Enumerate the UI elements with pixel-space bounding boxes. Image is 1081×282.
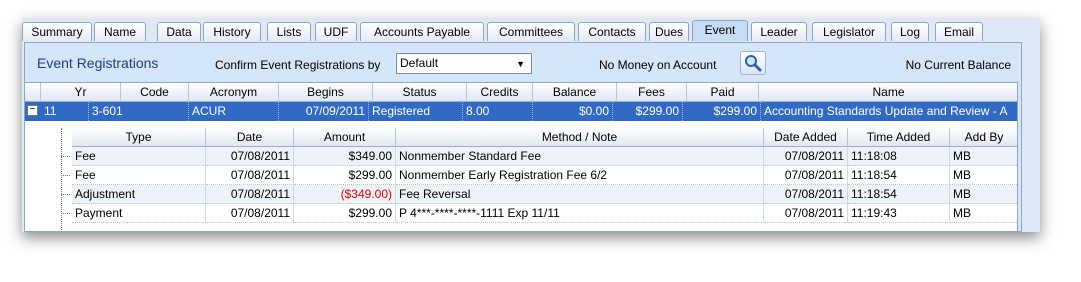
cell-acronym: ACUR: [189, 102, 279, 121]
confirm-label: Confirm Event Registrations by: [215, 58, 381, 72]
tree-tick: [61, 175, 70, 176]
cell-status: Registered: [369, 102, 463, 121]
collapse-icon[interactable]: −: [27, 105, 38, 116]
cell-date-added: 07/08/2011: [764, 166, 848, 185]
cell-date: 07/08/2011: [206, 185, 294, 204]
chevron-down-icon: ▼: [516, 59, 525, 69]
header-fees[interactable]: Fees: [617, 83, 687, 102]
cell-yr: 11: [41, 102, 89, 121]
header-paid[interactable]: Paid: [687, 83, 759, 102]
cell-date-added: 07/08/2011: [764, 204, 848, 223]
header-method-note[interactable]: Method / Note: [396, 128, 764, 147]
confirm-select[interactable]: Default ▼: [396, 53, 532, 74]
tree-connector: [61, 128, 63, 231]
tab-event[interactable]: Event: [692, 20, 748, 41]
transaction-row[interactable]: Adjustment 07/08/2011 ($349.00) Fee Reve…: [72, 185, 1017, 204]
search-button[interactable]: [740, 51, 766, 75]
panel-title: Event Registrations: [37, 55, 159, 71]
header-amount[interactable]: Amount: [294, 128, 396, 147]
cell-time-added: 11:19:43: [848, 204, 950, 223]
header-status[interactable]: Status: [373, 83, 467, 102]
cell-amount: $349.00: [294, 147, 396, 166]
tab-history[interactable]: History: [203, 22, 261, 41]
cell-type: Fee: [72, 147, 206, 166]
header-date[interactable]: Date: [206, 128, 294, 147]
tree-tick: [61, 156, 70, 157]
header-type[interactable]: Type: [72, 128, 206, 147]
tab-data[interactable]: Data: [157, 22, 201, 41]
cell-date-added: 07/08/2011: [764, 185, 848, 204]
cell-begins: 07/09/2011: [279, 102, 369, 121]
confirm-select-value: Default: [400, 56, 439, 70]
cell-date: 07/08/2011: [206, 166, 294, 185]
tab-committees[interactable]: Committees: [487, 22, 575, 41]
cell-name: Accounting Standards Update and Review -…: [764, 104, 1008, 118]
cell-time-added: 11:18:54: [848, 185, 950, 204]
cell-time-added: 11:18:08: [848, 147, 950, 166]
header-add-by[interactable]: Add By: [950, 128, 1017, 147]
cell-type: Fee: [72, 166, 206, 185]
cell-method-note: P 4***-****-****-1111 Exp 11/11: [396, 204, 764, 223]
registrations-grid: Yr Code Acronym Begins Status Credits Ba…: [24, 82, 1018, 232]
cell-date-added: 07/08/2011: [764, 147, 848, 166]
tab-accounts-payable[interactable]: Accounts Payable: [360, 22, 484, 41]
grid-header: Yr Code Acronym Begins Status Credits Ba…: [25, 83, 1017, 102]
tab-udf[interactable]: UDF: [315, 22, 357, 41]
cell-method-note: Fee Reversal: [396, 185, 764, 204]
tab-email[interactable]: Email: [935, 22, 983, 41]
tab-legislator[interactable]: Legislator: [812, 22, 886, 41]
no-money-label: No Money on Account: [599, 58, 717, 72]
cell-add-by: MB: [950, 166, 1017, 185]
tree-tick: [61, 213, 70, 214]
tab-strip: Summary Name Data History Lists UDF Acco…: [22, 20, 1022, 42]
tab-leader[interactable]: Leader: [751, 22, 807, 41]
header-balance[interactable]: Balance: [533, 83, 617, 102]
cell-code: 3-601: [89, 102, 189, 121]
tab-log[interactable]: Log: [891, 22, 929, 41]
tab-contacts[interactable]: Contacts: [578, 22, 646, 41]
cell-paid: $299.00: [683, 102, 761, 121]
header-spacer: [25, 83, 41, 102]
cell-method-note: Nonmember Early Registration Fee 6/2: [396, 166, 764, 185]
header-time-added[interactable]: Time Added: [848, 128, 950, 147]
cell-time-added: 11:18:54: [848, 166, 950, 185]
magnifier-icon: [745, 55, 762, 72]
tab-summary[interactable]: Summary: [22, 22, 92, 41]
transaction-row[interactable]: Payment 07/08/2011 $299.00 P 4***-****-*…: [72, 204, 1017, 223]
cell-date: 07/08/2011: [206, 147, 294, 166]
transaction-row[interactable]: Fee 07/08/2011 $299.00 Nonmember Early R…: [72, 166, 1017, 185]
cell-add-by: MB: [950, 147, 1017, 166]
tab-name[interactable]: Name: [94, 22, 146, 41]
cell-fees: $299.00: [613, 102, 683, 121]
cell-method-note: Nonmember Standard Fee: [396, 147, 764, 166]
header-name[interactable]: Name: [759, 83, 1017, 102]
header-date-added[interactable]: Date Added: [764, 128, 848, 147]
subgrid-header: Type Date Amount Method / Note Date Adde…: [72, 128, 1017, 147]
cell-type: Adjustment: [72, 185, 206, 204]
tab-dues[interactable]: Dues: [649, 22, 689, 41]
cell-credits: 8.00: [463, 102, 533, 121]
no-balance-label: No Current Balance: [905, 58, 1011, 72]
tab-lists[interactable]: Lists: [267, 22, 311, 41]
header-yr[interactable]: Yr: [41, 83, 121, 102]
tree-tick: [61, 194, 70, 195]
transaction-row[interactable]: Fee 07/08/2011 $349.00 Nonmember Standar…: [72, 147, 1017, 166]
cell-amount: $299.00: [294, 166, 396, 185]
cell-amount: $299.00: [294, 204, 396, 223]
header-acronym[interactable]: Acronym: [189, 83, 279, 102]
header-code[interactable]: Code: [121, 83, 189, 102]
cell-add-by: MB: [950, 185, 1017, 204]
cell-date: 07/08/2011: [206, 204, 294, 223]
cell-add-by: MB: [950, 204, 1017, 223]
cell-balance: $0.00: [533, 102, 613, 121]
registration-row[interactable]: − 11 3-601 ACUR 07/09/2011 Registered 8.…: [25, 102, 1017, 121]
header-credits[interactable]: Credits: [467, 83, 533, 102]
cell-type: Payment: [72, 204, 206, 223]
header-begins[interactable]: Begins: [279, 83, 373, 102]
cell-amount: ($349.00): [294, 185, 396, 204]
